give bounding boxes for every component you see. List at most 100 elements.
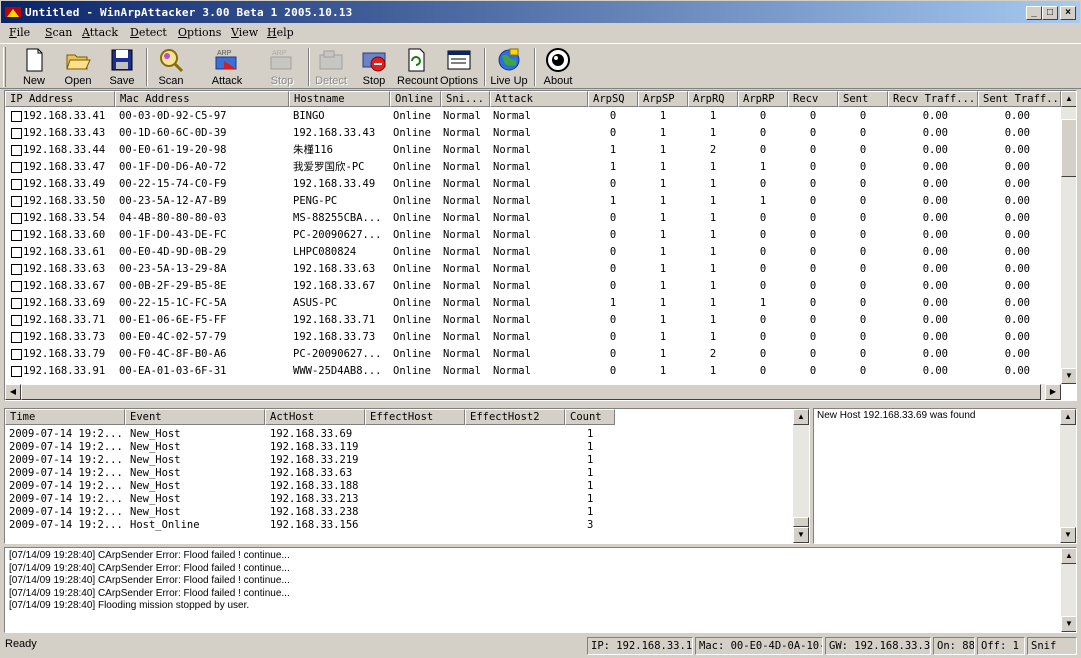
hosts-vertical-scrollbar[interactable]: ▲ ▼ [1061,91,1076,384]
host-checkbox[interactable] [11,298,22,309]
table-row[interactable]: 192.168.33.73 00-E0-4C-02-57-79 192.168.33… [5,329,1065,346]
minimize-button[interactable]: _ [1026,6,1042,20]
event-row[interactable]: 2009-07-14 19:2... Host_Online 192.168.33.… [5,519,785,532]
host-checkbox[interactable] [11,366,22,377]
hosts-column-header[interactable]: Mac Address [115,91,289,107]
host-checkbox[interactable] [11,196,22,207]
hosts-column-header[interactable]: Sent Traff... [978,91,1061,107]
detect-button[interactable]: Detect [313,47,349,89]
scroll-thumb[interactable] [1061,119,1076,177]
host-checkbox[interactable] [11,315,22,326]
scroll-down-button[interactable]: ▼ [1061,616,1076,632]
toolbar-grip[interactable] [3,47,6,87]
event-row[interactable]: 2009-07-14 19:2... New_Host 192.168.33.213… [5,493,785,506]
table-row[interactable]: 192.168.33.63 00-23-5A-13-29-8A 192.168.33… [5,261,1065,278]
menu-file[interactable]: File [9,26,30,39]
events-column-header[interactable]: Count [565,409,615,425]
table-row[interactable]: 192.168.33.43 00-1D-60-6C-0D-39 192.168.33… [5,125,1065,142]
table-row[interactable]: 192.168.33.54 04-4B-80-80-80-03 MS-88255CB… [5,210,1065,227]
recount-button[interactable]: Recount [397,47,438,89]
scroll-up-button[interactable]: ▲ [793,409,809,425]
events-column-header[interactable]: Time [5,409,125,425]
hosts-column-header[interactable]: ArpRQ [688,91,738,107]
log-vertical-scrollbar[interactable]: ▲ ▼ [1061,548,1076,632]
event-row[interactable]: 2009-07-14 19:2... New_Host 192.168.33.238… [5,506,785,519]
events-column-header[interactable]: ActHost [265,409,365,425]
hosts-horizontal-scrollbar[interactable]: ◀ ▶ [5,384,1061,400]
events-column-header[interactable]: EffectHost2 [465,409,565,425]
events-column-header[interactable]: EffectHost [365,409,465,425]
hosts-table[interactable]: IP Address Mac Address Hostname Online Sni..… [4,90,1077,401]
scroll-up-button[interactable]: ▲ [1061,548,1076,564]
scroll-thumb[interactable] [793,517,809,527]
scan-button[interactable]: Scan [151,47,191,89]
events-vertical-scrollbar[interactable]: ▲ ▼ [793,409,809,543]
hosts-column-header[interactable]: Sni... [441,91,490,107]
event-row[interactable]: 2009-07-14 19:2... New_Host 192.168.33.219… [5,454,785,467]
hosts-column-header[interactable]: Online [390,91,441,107]
about-button[interactable]: About [539,47,577,89]
table-row[interactable]: 192.168.33.47 00-1F-D0-D6-A0-72 我爱罗国欣-PC On… [5,159,1065,176]
close-button[interactable]: × [1060,6,1076,20]
host-checkbox[interactable] [11,332,22,343]
table-row[interactable]: 192.168.33.44 00-E0-61-19-20-98 朱槿116 Onlin… [5,142,1065,159]
table-row[interactable]: 192.168.33.50 00-23-5A-12-A7-B9 PENG-PC Onl… [5,193,1065,210]
host-checkbox[interactable] [11,162,22,173]
table-row[interactable]: 192.168.33.79 00-F0-4C-8F-B0-A6 PC-2009062… [5,346,1065,363]
host-checkbox[interactable] [11,128,22,139]
hosts-column-header[interactable]: Sent [838,91,888,107]
menu-view[interactable]: View [231,26,258,39]
table-row[interactable]: 192.168.33.41 00-03-0D-92-C5-97 BINGO Onlin… [5,108,1065,125]
menu-detect[interactable]: Detect [130,26,167,39]
hosts-column-header[interactable]: Attack [490,91,588,107]
stop-button[interactable]: Stop [356,47,392,89]
host-checkbox[interactable] [11,264,22,275]
host-checkbox[interactable] [11,213,22,224]
hosts-column-header[interactable]: ArpSP [638,91,688,107]
host-checkbox[interactable] [11,145,22,156]
event-detail-pane[interactable]: New Host 192.168.33.69 was found ▲ ▼ [813,408,1077,544]
menu-attack[interactable]: Attack [82,26,118,39]
events-table[interactable]: Time Event ActHost EffectHost EffectHost2 Cou… [4,408,810,544]
scroll-down-button[interactable]: ▼ [1061,368,1076,384]
hosts-column-header[interactable]: Recv [788,91,838,107]
scroll-left-button[interactable]: ◀ [5,384,21,400]
horizontal-scroll-thumb[interactable] [21,384,1041,400]
menu-help[interactable]: Help [267,26,294,39]
open-button[interactable]: Open [60,47,96,89]
menu-scan[interactable]: Scan [45,26,72,39]
table-row[interactable]: 192.168.33.49 00-22-15-74-C0-F9 192.168.33… [5,176,1065,193]
host-checkbox[interactable] [11,230,22,241]
events-column-header[interactable]: Event [125,409,265,425]
maximize-button[interactable]: □ [1042,6,1058,20]
scroll-up-button[interactable]: ▲ [1060,409,1076,425]
hosts-column-header[interactable]: Recv Traff... [888,91,978,107]
hosts-column-header[interactable]: IP Address [5,91,115,107]
detail-vertical-scrollbar[interactable]: ▲ ▼ [1060,409,1076,543]
hosts-column-header[interactable]: Hostname [289,91,390,107]
log-pane[interactable]: [07/14/09 19:28:40] CArpSender Error: Fl… [4,547,1077,633]
scroll-up-button[interactable]: ▲ [1061,91,1076,107]
host-checkbox[interactable] [11,247,22,258]
save-button[interactable]: Save [104,47,140,89]
host-checkbox[interactable] [11,349,22,360]
menu-options[interactable]: Options [178,26,221,39]
table-row[interactable]: 192.168.33.60 00-1F-D0-43-DE-FC PC-2009062… [5,227,1065,244]
scroll-down-button[interactable]: ▼ [1060,527,1076,543]
event-row[interactable]: 2009-07-14 19:2... New_Host 192.168.33.188… [5,480,785,493]
host-checkbox[interactable] [11,179,22,190]
event-row[interactable]: 2009-07-14 19:2... New_Host 192.168.33.69 1 [5,428,785,441]
scroll-right-button[interactable]: ▶ [1045,384,1061,400]
event-row[interactable]: 2009-07-14 19:2... New_Host 192.168.33.119… [5,441,785,454]
attack-button[interactable]: ARP Attack [207,47,247,89]
hosts-column-header[interactable]: ArpRP [738,91,788,107]
options-button[interactable]: Options [440,47,478,89]
table-row[interactable]: 192.168.33.71 00-E1-06-6E-F5-FF 192.168.33… [5,312,1065,329]
arp-stop-button[interactable]: ARP Stop [264,47,300,89]
new-button[interactable]: New [18,47,50,89]
scroll-down-button[interactable]: ▼ [793,527,809,543]
hosts-column-header[interactable]: ArpSQ [588,91,638,107]
table-row[interactable]: 192.168.33.69 00-22-15-1C-FC-5A ASUS-PC Onl… [5,295,1065,312]
table-row[interactable]: 192.168.33.67 00-0B-2F-29-B5-8E 192.168.33… [5,278,1065,295]
event-row[interactable]: 2009-07-14 19:2... New_Host 192.168.33.63 1 [5,467,785,480]
